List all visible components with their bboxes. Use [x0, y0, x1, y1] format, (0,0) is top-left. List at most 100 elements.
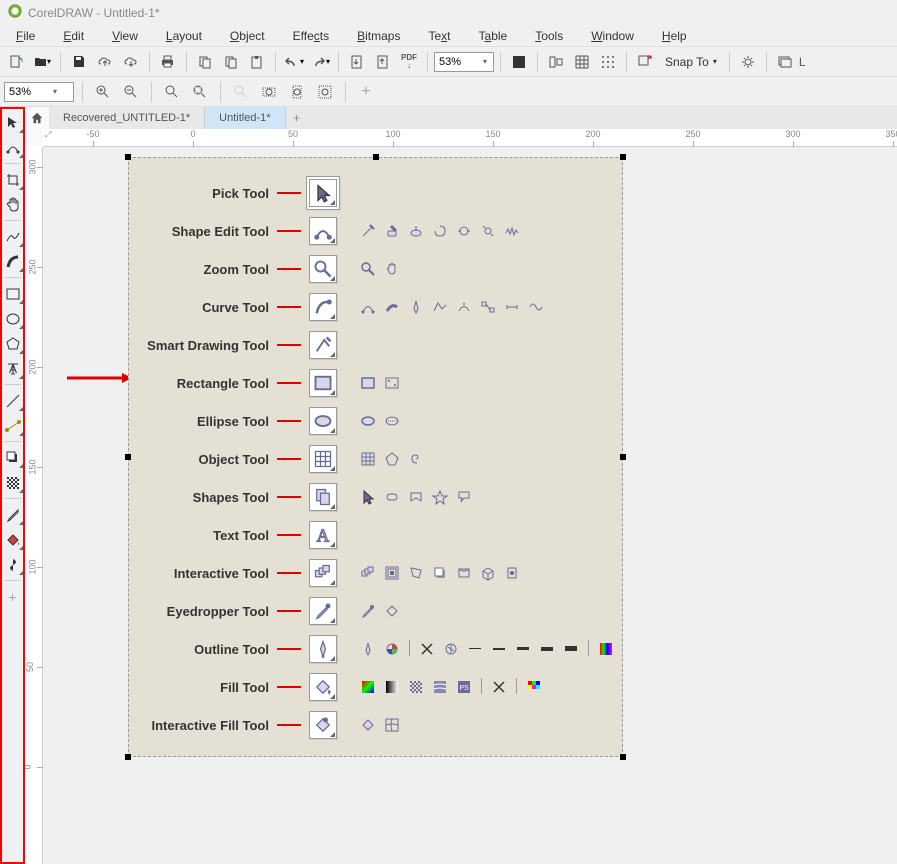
tool-add[interactable]: +	[2, 586, 23, 607]
menu-bitmaps[interactable]: Bitmaps	[345, 27, 412, 44]
flyout-roughen-icon	[503, 222, 521, 240]
tool-pan[interactable]	[2, 194, 23, 215]
property-bar: ▾ +	[0, 77, 897, 107]
zoom-selection-button[interactable]	[160, 80, 184, 104]
open-button[interactable]: ▾	[30, 50, 54, 74]
tool-connector[interactable]	[2, 415, 23, 436]
menu-view[interactable]: View	[100, 27, 150, 44]
tool-eyedropper[interactable]	[2, 504, 23, 525]
zoom-width-button[interactable]	[257, 80, 281, 104]
snap-label: Snap To	[665, 55, 709, 69]
tool-row-basicshape: Shapes Tool	[129, 478, 624, 516]
main-area: A + Recovered_UNTITLED-1* Untitled-1* + …	[0, 107, 897, 864]
menu-object[interactable]: Object	[218, 27, 277, 44]
redo-button[interactable]: ▾	[308, 50, 332, 74]
arrow-annotation	[67, 372, 132, 387]
cut-button[interactable]	[193, 50, 217, 74]
cloud-up-button[interactable]	[93, 50, 117, 74]
home-tab[interactable]	[25, 107, 49, 129]
flyout-dimension-icon	[503, 298, 521, 316]
flyout-pt3-icon	[514, 640, 532, 658]
flyout-zoom-icon	[359, 260, 377, 278]
zoom-fit-button[interactable]	[313, 80, 337, 104]
launch-button[interactable]	[633, 50, 657, 74]
tool-pick[interactable]	[2, 112, 23, 133]
flyout-3rect-icon	[383, 374, 401, 392]
tool-crop[interactable]	[2, 169, 23, 190]
zoom-out-button[interactable]	[119, 80, 143, 104]
flyout-polyline-icon	[431, 298, 449, 316]
canvas[interactable]: Pick ToolShape Edit ToolZoom ToolCurve T…	[43, 147, 897, 864]
tab-untitled[interactable]: Untitled-1*	[205, 107, 285, 129]
menu-tools[interactable]: Tools	[523, 27, 575, 44]
tool-text[interactable]: A	[2, 358, 23, 379]
align-button[interactable]	[544, 50, 568, 74]
fullscreen-button[interactable]	[507, 50, 531, 74]
tool-smartfill[interactable]	[2, 554, 23, 575]
cloud-down-button[interactable]	[119, 50, 143, 74]
zoom-height-button[interactable]	[285, 80, 309, 104]
tool-label: Ellipse Tool	[129, 414, 269, 429]
save-button[interactable]	[67, 50, 91, 74]
copy-button[interactable]	[219, 50, 243, 74]
connector-line	[277, 534, 301, 536]
tool-dropshadow[interactable]	[2, 447, 23, 468]
flyout-group	[359, 222, 521, 240]
pdf-button[interactable]: PDF↓	[397, 50, 421, 74]
flyout-texture-icon	[431, 678, 449, 696]
tool-line[interactable]	[2, 390, 23, 411]
flyout-pen-icon	[407, 298, 425, 316]
tool-ellipse[interactable]	[2, 308, 23, 329]
connector-line	[277, 420, 301, 422]
menu-layout[interactable]: Layout	[154, 27, 214, 44]
add-button[interactable]: +	[354, 80, 378, 104]
flyout-bucket-icon	[383, 602, 401, 620]
menu-table[interactable]: Table	[467, 27, 520, 44]
tool-label: Object Tool	[129, 452, 269, 467]
paste-button[interactable]	[245, 50, 269, 74]
snap-combo[interactable]: Snap To ▾	[659, 55, 723, 69]
zoom-combo-2[interactable]: ▾	[4, 82, 74, 102]
import-button[interactable]	[345, 50, 369, 74]
menu-text[interactable]: Text	[416, 27, 462, 44]
menu-window[interactable]: Window	[579, 27, 646, 44]
zoom-page-button[interactable]	[229, 80, 253, 104]
tool-row-ellipse: Ellipse Tool	[129, 402, 624, 440]
tool-transparency[interactable]	[2, 472, 23, 493]
menu-file[interactable]: File	[4, 27, 47, 44]
connector-line	[277, 382, 301, 384]
flyout-artistic-icon	[383, 298, 401, 316]
tool-rectangle[interactable]	[2, 283, 23, 304]
zoom-input-2[interactable]	[9, 86, 53, 98]
menu-edit[interactable]: Edit	[51, 27, 96, 44]
connector-line	[277, 230, 301, 232]
flyout-transparency-icon	[503, 564, 521, 582]
svg-text:A: A	[317, 525, 330, 545]
new-button[interactable]	[4, 50, 28, 74]
zoom-combo[interactable]: ▾	[434, 52, 494, 72]
grid-button[interactable]	[570, 50, 594, 74]
layers-button[interactable]	[773, 50, 797, 74]
tool-shape[interactable]	[2, 137, 23, 158]
tool-icon-eyedrop	[309, 597, 337, 625]
tool-curve[interactable]	[2, 226, 23, 247]
dotgrid-button[interactable]	[596, 50, 620, 74]
tool-fill[interactable]	[2, 529, 23, 550]
tool-artistic[interactable]	[2, 251, 23, 272]
tool-polygon[interactable]	[2, 333, 23, 354]
connector-line	[277, 344, 301, 346]
tab-recovered[interactable]: Recovered_UNTITLED-1*	[49, 107, 205, 129]
menu-effects[interactable]: Effects	[281, 27, 341, 44]
tab-add-button[interactable]: +	[286, 107, 308, 129]
zoom-in-button[interactable]	[91, 80, 115, 104]
tool-row-ifill: Interactive Fill Tool	[129, 706, 624, 744]
zoom-input[interactable]	[439, 56, 483, 68]
vertical-ruler[interactable]: 300250200150100500	[25, 147, 43, 864]
horizontal-ruler[interactable]: ⤢ -50050100150200250300350	[43, 129, 897, 147]
print-button[interactable]	[156, 50, 180, 74]
options-button[interactable]	[736, 50, 760, 74]
menu-help[interactable]: Help	[650, 27, 699, 44]
zoom-all-button[interactable]	[188, 80, 212, 104]
export-button[interactable]	[371, 50, 395, 74]
undo-button[interactable]: ▾	[282, 50, 306, 74]
